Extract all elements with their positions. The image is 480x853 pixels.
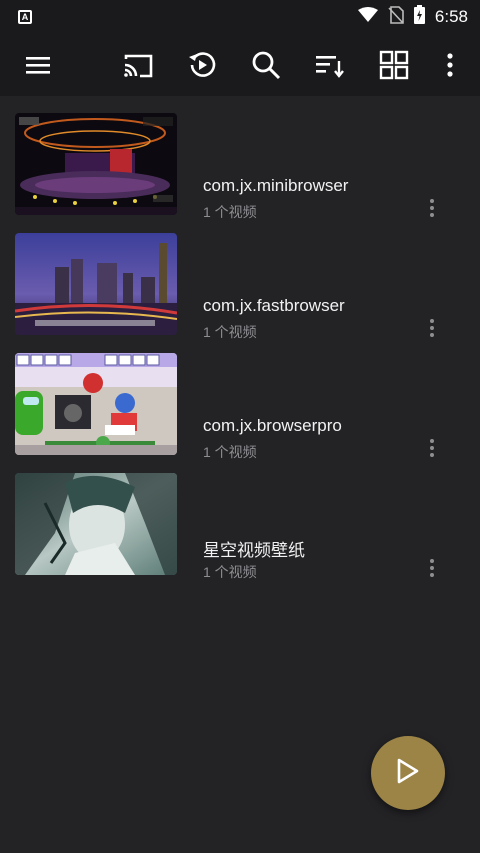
play-icon [395,757,421,790]
folder-name: 星空视频壁纸 [203,541,305,560]
folder-thumbnail [15,233,177,335]
status-bar: A 6:58 [0,0,480,34]
history-icon[interactable] [186,49,218,81]
cast-icon[interactable] [122,49,154,81]
folder-more-icon[interactable] [420,554,444,582]
folder-row[interactable]: com.jx.minibrowser 1 个视频 [0,96,480,220]
top-toolbar [0,34,480,96]
no-sim-icon [388,5,404,29]
folder-thumbnail [15,353,177,455]
play-fab-button[interactable] [371,736,445,810]
status-time: 6:58 [434,7,468,26]
folder-name: com.jx.minibrowser [203,176,349,195]
status-right: 6:58 [357,5,468,29]
folder-row[interactable]: com.jx.browserpro 1 个视频 [0,336,480,460]
folder-list: com.jx.minibrowser 1 个视频 com.jx.fastbrow… [0,96,480,580]
more-vert-icon[interactable] [436,49,464,81]
sort-icon[interactable] [314,49,346,81]
folder-video-count: 1 个视频 [203,564,257,580]
status-left: A [18,10,32,24]
folder-name: com.jx.fastbrowser [203,296,345,315]
folder-thumbnail [15,473,177,575]
search-icon[interactable] [250,49,282,81]
folder-row[interactable]: com.jx.fastbrowser 1 个视频 [0,216,480,340]
folder-thumbnail [15,113,177,215]
grid-view-icon[interactable] [378,49,410,81]
folder-row[interactable]: 星空视频壁纸 1 个视频 [0,456,480,580]
folder-name: com.jx.browserpro [203,416,342,435]
battery-charging-icon [413,5,425,29]
wifi-icon [357,6,378,28]
menu-icon[interactable] [22,49,54,81]
app-notification-icon: A [18,10,32,24]
